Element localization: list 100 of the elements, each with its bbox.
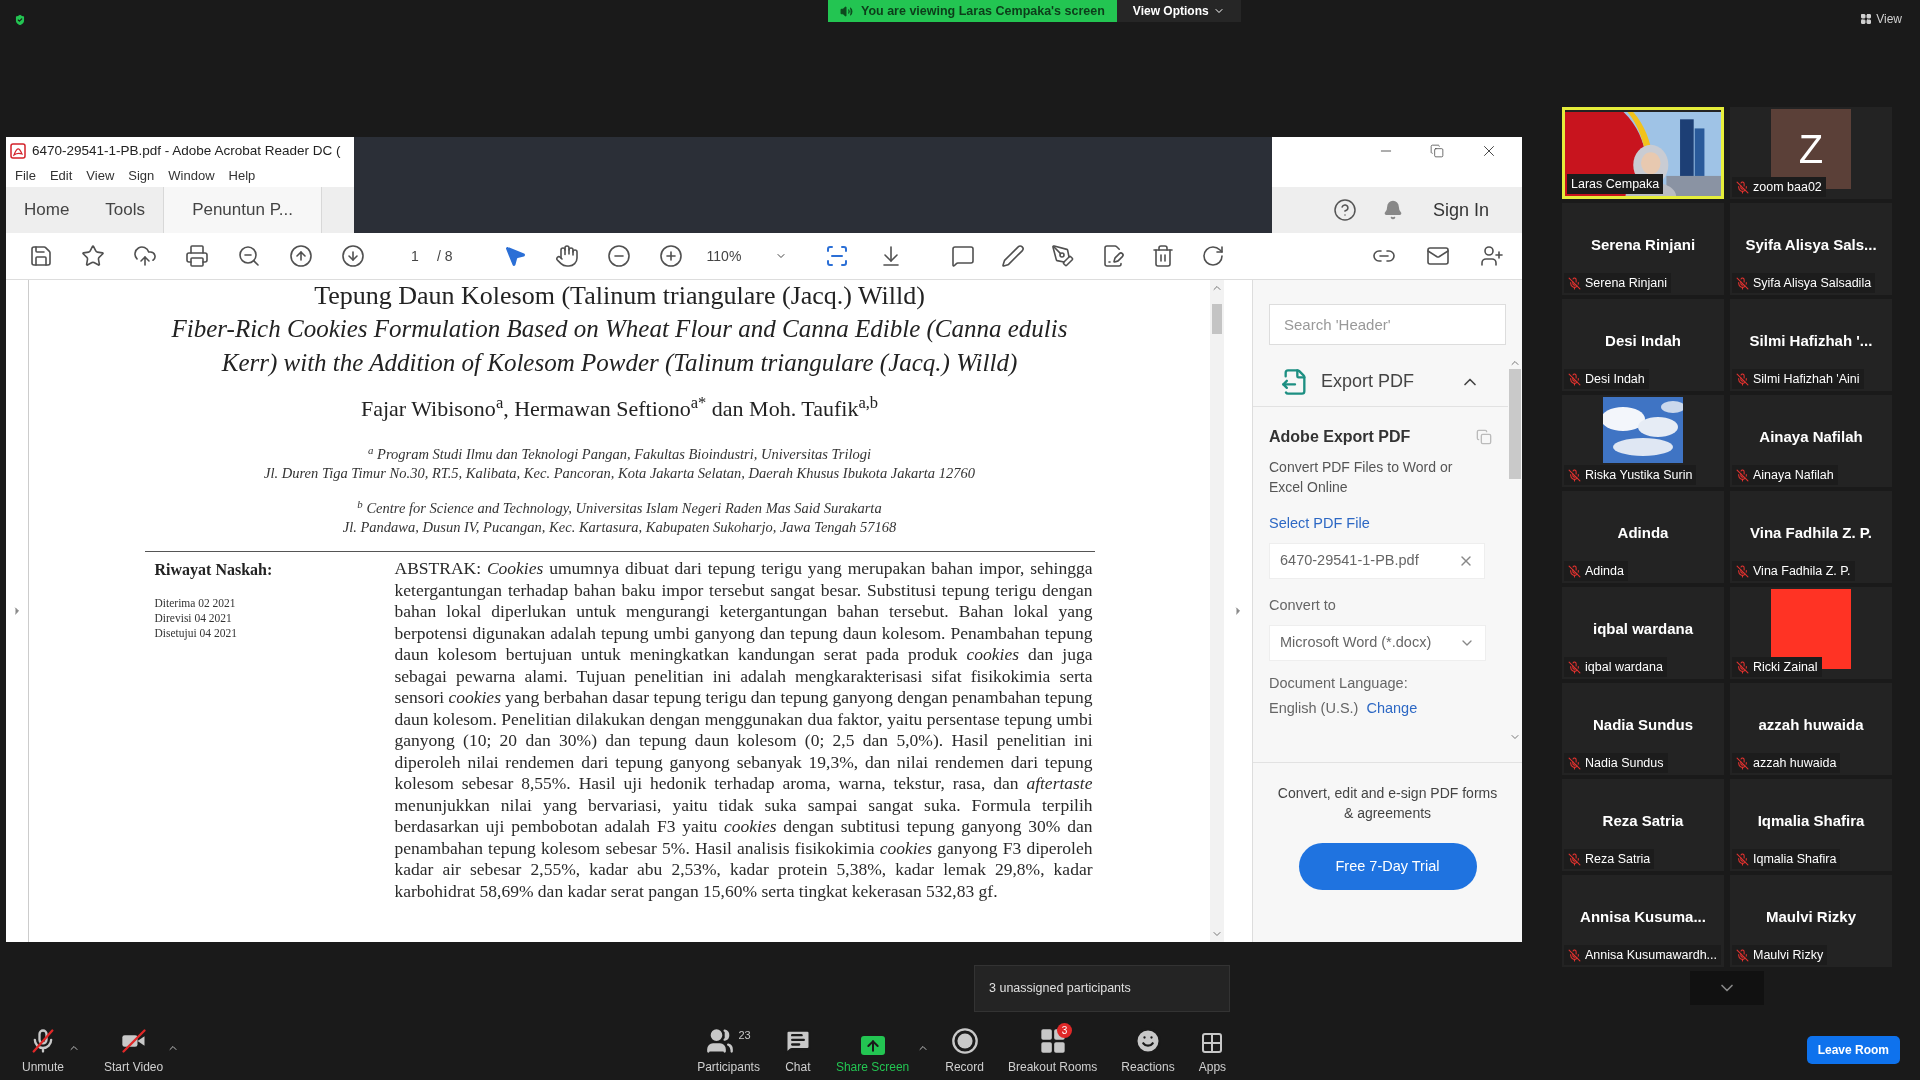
participant-name: iqbal wardana [1593,618,1693,639]
zoom-in-icon[interactable] [658,244,683,268]
trash-icon[interactable] [1150,244,1175,268]
abstract-text: ABSTRAK: Cookies umumnya dibuat dari tepung terigu yang merupakan bahan impor, sehingga ketergantungan terhadap bahan baku impor tersebut sangat besar. Substitusi tepung terigu dengan bahan lokal diperlukan untuk mengurangi ketergantungan bahan tersebut. Bahan lokal yang berpotensi digunakan adalah tepung umbi ganyong dan tepung daun kolesom. Penambahan tepung daun kolesom bertujuan untuk meningkatkan kandungan serat pada produk cookies dan juga sebagai pewarna alami. Tujuan penelitian ini adalah mengkarakterisasi sifat fisikokimia serta sensori cookies yang berbahan dasar tepung terigu dan tepung ganyong dengan penambahan tepung daun kolesom. Penelitian dilakukan dengan menggunakan dua faktor, yaitu persentase tepung umbi ganyong (10; 20 dan 30%) dan tepung daun kolesom (0; 2,5 dan 5,0%). Hasil penelitian ini diperoleh nilai rendemen dari tepung ganyong sebanyak 19,3%, dan nilai rendemen dari tepung kolesom sebesar 8,55%. Hasil uji hedonik terhadap aroma, warna, tekstur, rasa, dan aftertaste menunjukkan nilai yang bervariasi, yaitu tidak suka sampai sangat suka. Formula terpilih berdasarkan uji pembobotan adalah F3 yaitu cookies dengan subtitusi tepung ganyong 30% dan penambahan tepung kolesom sebesar 5%. Hasil analisis fisikokimia cookies ganyong F3 diperoleh kadar air sebesar 2,55%, kadar abu 2,53%, kadar protein 5,38%, kadar lemak 29,8%, kadar karbohidrat 58,69% dan kadar serat pangan 15,60% serta tingkat kekerasan 532,83 gf. [394,558,1093,902]
export-pdf-header[interactable]: Export PDF [1253,357,1508,407]
affiliation-line: $^{b}$ Centre for Science and Technology, Universitas Islam Negeri Raden Mas Said Surakarta [357,499,882,518]
view-button[interactable]: View [1860,10,1902,28]
participant-tile[interactable]: Maulvi Rizky Maulvi Rizky [1730,875,1892,967]
toolbar-button[interactable]: Share Screen [827,1024,918,1080]
menu-item[interactable]: File [15,166,36,186]
participant-name: Silmi Hafizhah '... [1749,330,1873,351]
participant-tile[interactable]: Ainaya Nafilah Ainaya Nafilah [1730,395,1892,487]
record-icon [950,1027,979,1055]
tab[interactable]: Home [6,187,88,233]
language-value: English (U.S.) [1269,699,1359,719]
search-field[interactable]: Search 'Header' [1269,304,1506,345]
document-title: Tepung Daun Kolesom (Talinum triangulare (Jacq.) Willd) [314,282,925,310]
participant-tile[interactable]: Riska Yustika Surin [1562,395,1724,487]
toolbar-button[interactable]: Start Video [96,1024,172,1080]
toolbar-button[interactable]: Record [937,1024,992,1080]
toolbar-button[interactable]: Apps [1190,1024,1235,1080]
participant-tile[interactable]: iqbal wardana iqbal wardana [1562,587,1724,679]
participant-label: Maulvi Rizky [1753,946,1824,964]
print-icon[interactable] [185,244,209,268]
help-icon[interactable] [1332,198,1357,222]
participant-tile[interactable]: Vina Fadhila Z. P. Vina Fadhila Z. P. [1730,491,1892,583]
participant-label: Serena Rinjani [1585,274,1667,292]
participant-label: Laras Cempaka [1571,175,1660,193]
affiliation-line: Jl. Pandawa, Dusun IV, Pucangan, Kec. Kartasura, Kabupaten Sukoharjo, Jawa Tengah 57168 [342,518,897,537]
free-trial-button[interactable]: Free 7-Day Trial [1298,843,1477,890]
bell-icon[interactable] [1382,200,1403,220]
author-line: Fajar Wibisono$^{a}$, Hermawan Seftiono$^{a*}$ dan Moh. Taufik$^{a,b}$ [360,392,879,423]
participant-tile[interactable]: Reza Satria Reza Satria [1562,779,1724,871]
toolbar-button[interactable]: Unmute [14,1024,73,1080]
mail-icon[interactable] [1426,244,1450,268]
save-icon[interactable] [29,244,53,268]
menu-item[interactable]: Sign [128,166,155,186]
participant-tile[interactable]: Iqmalia Shafira Iqmalia Shafira [1730,779,1892,871]
muted-mic-icon[interactable] [29,1027,57,1055]
zoom-out-icon[interactable] [606,244,631,268]
leave-room-button[interactable]: Leave Room [1806,1036,1900,1064]
participant-name: Adinda [1617,522,1669,543]
restore-icon[interactable] [1430,144,1444,158]
zoom-out-icon[interactable] [237,244,261,268]
participant-label: azzah huwaida [1753,754,1837,772]
menu-item[interactable]: Window [168,166,215,186]
history-heading: Riwayat Naskah: [154,560,274,581]
upload-icon[interactable] [133,244,157,268]
hand-icon[interactable] [554,244,579,268]
participant-tile[interactable]: Nadia Sundus Nadia Sundus [1562,683,1724,775]
add-user-icon[interactable] [1480,244,1504,268]
shield-icon[interactable] [13,13,27,27]
scrollbar-thumb[interactable] [1509,369,1521,479]
toolbar-button[interactable]: Chat [775,1024,820,1080]
video-off-icon[interactable] [119,1027,148,1055]
star-icon[interactable] [81,244,105,268]
menu-item[interactable]: Help [228,166,256,186]
view-options-button[interactable]: View Options [1116,0,1241,22]
pen-icon[interactable] [1000,244,1025,268]
scrollbar[interactable] [1210,280,1224,942]
sign-icon[interactable] [1050,244,1075,268]
sign-in-button[interactable]: Sign In [1432,196,1489,224]
participant-tile[interactable]: Laras Cempaka [1562,107,1724,199]
rotate-icon[interactable] [1200,244,1225,268]
participant-name: Ainaya Nafilah [1759,426,1863,447]
zoom-dropdown[interactable]: 110% [706,245,787,267]
participant-label: Adinda [1585,562,1624,580]
participant-label: Ainaya Nafilah [1753,466,1834,484]
page-number-field[interactable]: 1 [401,245,429,267]
previous-page-icon[interactable] [289,244,313,268]
participant-tile[interactable]: Silmi Hafizhah '... Silmi Hafizhah 'Aini [1730,299,1892,391]
participant-tile[interactable]: azzah huwaida azzah huwaida [1730,683,1892,775]
toolbar-button[interactable]: Reactions [1113,1024,1183,1080]
participant-tile[interactable]: Adinda Adinda [1562,491,1724,583]
apps-icon [1200,1031,1225,1055]
toolbar-button[interactable]: 3 Breakout Rooms [999,1024,1106,1080]
participant-tile[interactable]: Z zoom baa02 [1730,107,1892,199]
participant-label: Iqmalia Shafira [1753,850,1837,868]
tab[interactable]: Penuntun P... [163,187,323,233]
toolbar-button[interactable]: 23 Participants [689,1024,768,1080]
share-screen-icon [860,1036,885,1055]
file-field[interactable]: 6470-29541-1-PB.pdf [1269,542,1485,579]
tab[interactable]: Tools [87,187,164,233]
participant-tile[interactable]: Ricki Zainal [1730,587,1892,679]
select-file-link[interactable]: Select PDF File [1269,513,1492,535]
participant-tile[interactable]: Annisa Kusuma... Annisa Kusumawardh... [1562,875,1724,967]
participant-tile[interactable]: Desi Indah Desi Indah [1562,299,1724,391]
participant-name: Iqmalia Shafira [1757,810,1865,831]
format-dropdown[interactable]: Microsoft Word (*.docx) [1269,624,1486,661]
menu-item[interactable]: Edit [49,166,73,186]
grid-icon [1038,1027,1067,1055]
menu-item[interactable]: View [86,166,115,186]
comment-icon[interactable] [950,244,975,268]
scrollbar-thumb[interactable] [1212,304,1222,334]
participant-tile[interactable]: Syifa Alisya Sals... Syifa Alisya Salsadila [1730,203,1892,295]
fit-page-icon[interactable] [824,244,849,268]
page-total: / 8 [437,246,453,266]
participant-tile[interactable]: Serena Rinjani Serena Rinjani [1562,203,1724,295]
next-page-icon[interactable] [341,244,365,268]
change-link[interactable]: Change [1366,698,1418,720]
